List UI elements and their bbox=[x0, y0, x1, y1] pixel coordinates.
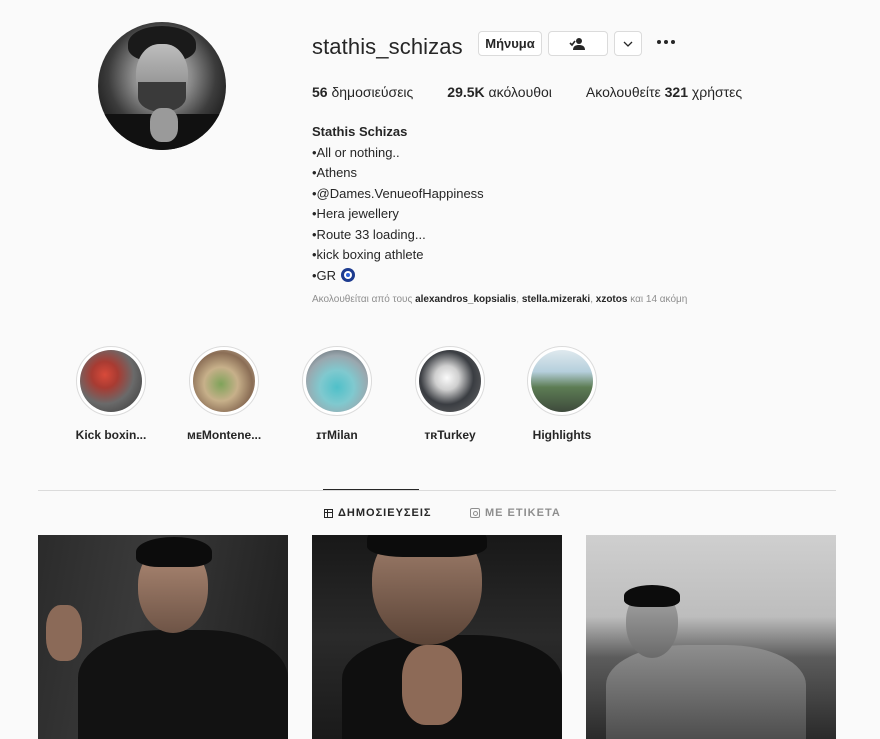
bio-line: •kick boxing athlete bbox=[312, 247, 424, 262]
posts-count: 56 bbox=[312, 84, 328, 100]
following-stat[interactable]: Ακολουθείτε 321 χρήστες bbox=[586, 84, 742, 100]
highlight-label: ɪᴛMilan bbox=[316, 428, 358, 442]
bio-line[interactable]: •@Dames.VenueofHappiness bbox=[312, 184, 484, 205]
highlight-ring bbox=[415, 346, 485, 416]
bio-line: •Athens bbox=[312, 165, 358, 180]
profile-stats: 56 δημοσιεύσεις 29.5K ακόλουθοι Ακολουθε… bbox=[312, 84, 776, 100]
highlight-ring bbox=[76, 346, 146, 416]
profile-bio: Stathis Schizas •All or nothing.. •Athen… bbox=[312, 122, 484, 286]
following-button[interactable] bbox=[548, 31, 608, 56]
followed-by-separator: , bbox=[516, 294, 520, 305]
tab-tagged-label: ΜΕ ΕΤΙΚΕΤΑ bbox=[485, 507, 561, 519]
bio-line-text: •GR bbox=[312, 267, 337, 283]
posts-label: δημοσιεύσεις bbox=[331, 84, 414, 100]
highlight-ring bbox=[302, 346, 372, 416]
tab-tagged[interactable]: ΜΕ ΕΤΙΚΕΤΑ bbox=[470, 507, 561, 519]
more-options-button[interactable] bbox=[657, 34, 679, 50]
followers-label: ακόλουθοι bbox=[488, 84, 552, 100]
following-count: 321 bbox=[664, 84, 688, 100]
bio-line: •Route 33 loading... bbox=[312, 226, 426, 242]
grid-icon bbox=[324, 508, 333, 518]
highlight-label: Highlights bbox=[532, 428, 592, 442]
highlight-turkey[interactable]: ᴛʀTurkey bbox=[413, 346, 487, 442]
followed-by-prefix: Ακολουθείται από τους bbox=[312, 294, 413, 305]
tabs-divider bbox=[38, 490, 836, 491]
post-thumbnail[interactable] bbox=[38, 535, 288, 739]
followed-by-user[interactable]: alexandros_kopsialis bbox=[415, 294, 516, 305]
highlight-cover bbox=[419, 350, 481, 412]
highlight-cover bbox=[306, 350, 368, 412]
active-tab-indicator bbox=[323, 489, 419, 490]
tab-posts[interactable]: ΔΗΜΟΣΙΕΥΣΕΙΣ bbox=[324, 507, 432, 519]
person-check-icon bbox=[569, 37, 585, 50]
profile-avatar[interactable] bbox=[98, 22, 226, 150]
more-horizontal-icon bbox=[657, 40, 661, 44]
tagged-icon bbox=[470, 508, 480, 518]
highlight-cover bbox=[531, 350, 593, 412]
highlight-milan[interactable]: ɪᴛMilan bbox=[300, 346, 374, 442]
followers-count: 29.5K bbox=[447, 84, 485, 100]
highlight-label: ᴛʀTurkey bbox=[424, 428, 476, 442]
followed-by-separator: , bbox=[590, 294, 593, 305]
followed-by[interactable]: Ακολουθείται από τους alexandros_kopsial… bbox=[312, 294, 687, 305]
followers-stat[interactable]: 29.5K ακόλουθοι bbox=[447, 84, 552, 100]
followed-by-user[interactable]: stella.mizeraki bbox=[522, 294, 590, 305]
bio-line: •All or nothing.. bbox=[312, 144, 400, 160]
highlight-montenegro[interactable]: ᴍᴇMontene... bbox=[187, 346, 261, 442]
followed-by-suffix: και 14 ακόμη bbox=[630, 294, 688, 305]
highlight-cover bbox=[193, 350, 255, 412]
bio-name: Stathis Schizas bbox=[312, 124, 408, 139]
tab-posts-label: ΔΗΜΟΣΙΕΥΣΕΙΣ bbox=[338, 507, 432, 519]
highlight-label: ᴍᴇMontene... bbox=[187, 428, 262, 442]
highlight-label: Kick boxin... bbox=[75, 428, 147, 442]
nazar-eye-icon bbox=[340, 267, 355, 282]
following-label: χρήστες bbox=[691, 84, 743, 100]
chevron-down-icon bbox=[623, 41, 633, 47]
suggested-chevron-button[interactable] bbox=[614, 31, 642, 56]
profile-username: stathis_schizas bbox=[312, 34, 463, 59]
message-button[interactable]: Μήνυμα bbox=[478, 31, 542, 56]
bio-line: •GR bbox=[312, 266, 484, 287]
highlight-cover bbox=[80, 350, 142, 412]
highlight-kick-boxing[interactable]: Kick boxin... bbox=[74, 346, 148, 442]
posts-stat: 56 δημοσιεύσεις bbox=[312, 84, 413, 100]
highlight-highlights[interactable]: Highlights bbox=[525, 346, 599, 442]
bio-line: •Hera jewellery bbox=[312, 206, 399, 221]
post-thumbnail[interactable] bbox=[586, 535, 836, 739]
post-thumbnail[interactable] bbox=[312, 535, 562, 739]
highlight-ring bbox=[189, 346, 259, 416]
followed-by-user[interactable]: xzotos bbox=[596, 294, 628, 305]
following-prefix: Ακολουθείτε bbox=[585, 84, 661, 100]
highlight-ring bbox=[527, 346, 597, 416]
